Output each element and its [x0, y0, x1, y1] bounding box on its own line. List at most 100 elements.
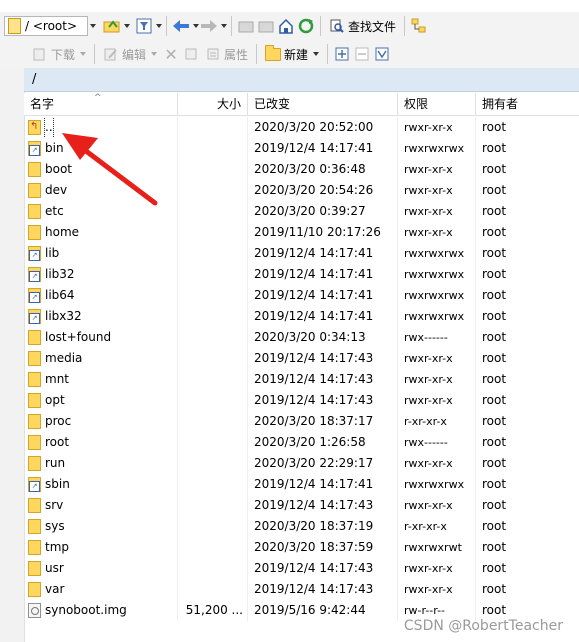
file-row[interactable]: dev 2020/3/20 20:54:26 rwxr-xr-x root — [24, 180, 579, 201]
file-name-cell[interactable]: lib32 — [24, 264, 178, 285]
file-name-cell[interactable]: root — [24, 432, 178, 453]
file-name-cell[interactable]: sbin — [24, 474, 178, 495]
file-row[interactable]: lib 2019/12/4 14:17:41rwxrwxrwx root — [24, 243, 579, 264]
file-name: opt — [45, 393, 65, 407]
file-name-cell[interactable]: media — [24, 348, 178, 369]
back-arrow-icon[interactable] — [171, 16, 191, 36]
collapse-all-icon[interactable] — [352, 44, 372, 64]
file-row[interactable]: proc 2020/3/20 18:37:17 r-xr-xr-x root — [24, 411, 579, 432]
new-button[interactable]: 新建 — [261, 43, 323, 65]
file-name-cell[interactable]: lib — [24, 243, 178, 264]
file-row[interactable]: run 2020/3/20 22:29:17 rwxr-xr-x root — [24, 453, 579, 474]
refresh-icon[interactable] — [296, 16, 316, 36]
file-row[interactable]: opt 2019/12/4 14:17:43 rwxr-xr-x root — [24, 390, 579, 411]
address-bar[interactable]: / — [24, 68, 579, 92]
file-name-cell[interactable]: opt — [24, 390, 178, 411]
file-row[interactable]: sbin 2019/12/4 14:17:41rwxrwxrwx root — [24, 474, 579, 495]
properties-button[interactable]: 属性 — [201, 43, 252, 65]
file-name-cell[interactable]: bin — [24, 138, 178, 159]
rename-icon[interactable] — [181, 44, 201, 64]
file-name-cell[interactable]: dev — [24, 180, 178, 201]
folder-icon — [28, 204, 41, 219]
path-combo[interactable]: / <root> — [4, 16, 88, 36]
file-row[interactable]: tmp 2020/3/20 18:37:59 rwxrwxrwt root — [24, 537, 579, 558]
download-dropdown-icon[interactable] — [80, 52, 87, 56]
file-row[interactable]: srv 2019/12/4 14:17:43 rwxr-xr-x root — [24, 495, 579, 516]
home-icon[interactable] — [276, 16, 296, 36]
column-header-owner[interactable]: 拥有者 — [476, 93, 579, 115]
file-row[interactable]: etc 2020/3/20 0:39:27 rwxr-xr-x root — [24, 201, 579, 222]
file-row[interactable]: root 2020/3/20 1:26:58 rwx------ root — [24, 432, 579, 453]
parent-folder-icon[interactable] — [236, 16, 256, 36]
file-row[interactable]: var 2019/12/4 14:17:43 rwxr-xr-x root — [24, 579, 579, 600]
file-size — [178, 138, 248, 159]
file-name-cell[interactable]: proc — [24, 411, 178, 432]
download-button[interactable]: 下载 — [28, 43, 90, 65]
file-name-cell[interactable]: libx32 — [24, 306, 178, 327]
file-name-cell[interactable]: run — [24, 453, 178, 474]
filter-dropdown-icon[interactable] — [156, 24, 162, 28]
tree-view-icon[interactable] — [409, 16, 429, 36]
file-name: lost+found — [45, 330, 112, 344]
file-row[interactable]: lib32 2019/12/4 14:17:41rwxrwxrwx root — [24, 264, 579, 285]
main-toolbar: / <root> 查找文件 — [0, 12, 579, 40]
file-name-cell[interactable]: home — [24, 222, 178, 243]
path-combo-dropdown-icon[interactable] — [90, 24, 96, 28]
open-folder-dropdown-icon[interactable] — [124, 24, 130, 28]
file-size — [178, 516, 248, 537]
file-owner: root — [482, 435, 507, 449]
open-folder-icon[interactable] — [102, 16, 122, 36]
file-row[interactable]: lib64 2019/12/4 14:17:41rwxrwxrwx root — [24, 285, 579, 306]
new-dropdown-icon[interactable] — [313, 52, 320, 56]
file-row[interactable]: libx32 2019/12/4 14:17:41rwxrwxrwx root — [24, 306, 579, 327]
file-row[interactable]: usr 2019/12/4 14:17:43 rwxr-xr-x root — [24, 558, 579, 579]
file-name-cell[interactable]: mnt — [24, 369, 178, 390]
column-header-name[interactable]: ^ 名字 — [24, 93, 178, 115]
file-owner: root — [482, 561, 507, 575]
link-folder-icon — [28, 246, 41, 261]
expand-all-icon[interactable] — [332, 44, 352, 64]
file-row[interactable]: mnt 2019/12/4 14:17:43 rwxr-xr-x root — [24, 369, 579, 390]
file-row[interactable]: boot 2020/3/20 0:36:48 rwxr-xr-x root — [24, 159, 579, 180]
file-name-cell[interactable]: boot — [24, 159, 178, 180]
root-folder-icon[interactable] — [256, 16, 276, 36]
file-name-cell[interactable]: sys — [24, 516, 178, 537]
edit-dropdown-icon[interactable] — [151, 52, 158, 56]
delete-icon[interactable]: ✕ — [161, 44, 181, 64]
forward-dropdown-icon[interactable] — [221, 24, 227, 28]
file-owner: root — [482, 246, 507, 260]
folder-icon — [28, 162, 41, 177]
file-row[interactable]: .. 2020/3/20 20:52:00rwxr-xr-x root — [24, 117, 579, 138]
file-row[interactable]: media 2019/12/4 14:17:43 rwxr-xr-x root — [24, 348, 579, 369]
file-row[interactable]: bin 2019/12/4 14:17:41rwxrwxrwx root — [24, 138, 579, 159]
find-files-button[interactable]: 查找文件 — [325, 15, 400, 37]
edit-button[interactable]: 编辑 — [99, 43, 161, 65]
folder-icon — [28, 456, 41, 471]
file-size — [178, 495, 248, 516]
folder-icon — [28, 498, 41, 513]
file-row[interactable]: lost+found 2020/3/20 0:34:13 rwx------ root — [24, 327, 579, 348]
file-name-cell[interactable]: tmp — [24, 537, 178, 558]
column-header-size[interactable]: 大小 — [178, 93, 248, 115]
file-permissions: rwxrwxrwx — [398, 243, 476, 264]
column-header-permissions[interactable]: 权限 — [398, 93, 476, 115]
forward-arrow-icon[interactable] — [199, 16, 219, 36]
file-name-cell[interactable]: usr — [24, 558, 178, 579]
file-name-cell[interactable]: etc — [24, 201, 178, 222]
file-permissions: rwxr-xr-x — [398, 348, 476, 369]
file-name-cell[interactable]: synoboot.img — [24, 600, 178, 621]
file-name-cell[interactable]: var — [24, 579, 178, 600]
file-row[interactable]: sys 2020/3/20 18:37:19 r-xr-xr-x root — [24, 516, 579, 537]
file-name-cell[interactable]: lib64 — [24, 285, 178, 306]
file-row[interactable]: home 2019/11/10 20:17:26 rwxr-xr-x root — [24, 222, 579, 243]
file-name-cell[interactable]: lost+found — [24, 327, 178, 348]
file-name-cell[interactable]: .. — [24, 117, 178, 138]
select-all-icon[interactable] — [372, 44, 392, 64]
file-name-cell[interactable]: srv — [24, 495, 178, 516]
column-header-modified[interactable]: 已改变 — [248, 93, 398, 115]
file-owner: root — [482, 477, 507, 491]
file-modified: 2019/12/4 14:17:41 — [248, 306, 398, 327]
properties-icon — [205, 44, 221, 64]
file-name: home — [45, 225, 80, 239]
filter-icon[interactable] — [134, 16, 154, 36]
